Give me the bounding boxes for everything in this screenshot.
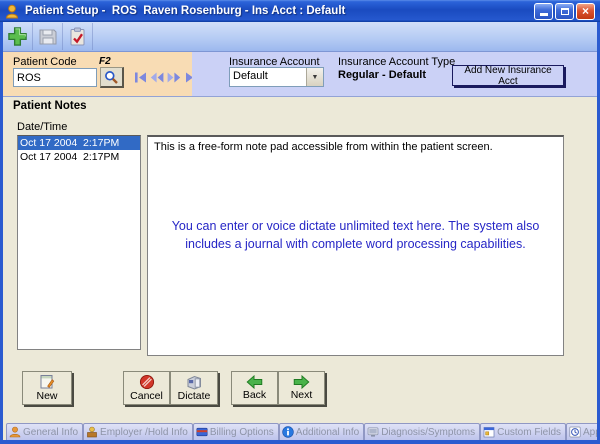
- f2-shortcut-label: F2: [99, 56, 111, 67]
- tab-appointments[interactable]: Appointments: [566, 423, 600, 440]
- maximize-icon: [561, 8, 569, 15]
- insurance-account-value: Default: [230, 68, 306, 86]
- app-person-icon: [5, 4, 20, 19]
- insurance-type-value: Regular - Default: [338, 69, 426, 81]
- insurance-account-select[interactable]: Default ▼: [229, 67, 324, 87]
- window-border-left: [0, 22, 3, 444]
- tab-custom-fields[interactable]: Custom Fields: [480, 423, 566, 440]
- custom-fields-icon: [483, 426, 495, 438]
- header-strip: Patient Code F2: [3, 52, 597, 97]
- add-new-insurance-button[interactable]: Add New Insurance Acct: [452, 65, 564, 86]
- next-button[interactable]: Next: [278, 371, 325, 405]
- section-title: Patient Notes: [13, 100, 87, 112]
- billing-card-icon: [196, 426, 208, 438]
- note-intro-text: This is a free-form note pad accessible …: [148, 137, 563, 157]
- minimize-button[interactable]: [534, 3, 553, 20]
- previous-record-icon[interactable]: [150, 71, 164, 83]
- appointments-clock-icon: [569, 426, 581, 438]
- chevron-down-icon[interactable]: ▼: [306, 68, 323, 86]
- next-record-icon[interactable]: [167, 71, 181, 83]
- tab-billing-options[interactable]: Billing Options: [193, 423, 279, 440]
- clipboard-check-icon: [68, 27, 87, 47]
- tab-diagnosis-symptoms[interactable]: Diagnosis/Symptoms: [364, 423, 480, 440]
- save-icon: [38, 27, 58, 47]
- patient-search-button[interactable]: [100, 67, 124, 88]
- list-item[interactable]: Oct 17 2004 2:17PM: [18, 150, 140, 164]
- info-icon: [282, 426, 294, 438]
- tab-additional-info[interactable]: Additional Info: [279, 423, 364, 440]
- patient-setup-window: Patient Setup - ROS Raven Rosenburg - In…: [0, 0, 600, 444]
- dictate-icon: [186, 375, 202, 390]
- toolbar: [0, 22, 600, 52]
- tab-general-info[interactable]: General Info: [6, 423, 83, 440]
- list-item[interactable]: Oct 17 2004 2:17PM: [18, 136, 140, 150]
- patient-code-input[interactable]: [13, 68, 97, 87]
- person-icon: [9, 426, 21, 438]
- back-arrow-icon: [246, 375, 263, 389]
- diagnosis-icon: [367, 426, 379, 438]
- patient-code-label: Patient Code: [13, 56, 77, 68]
- new-note-icon: [39, 374, 55, 390]
- close-button[interactable]: ×: [576, 3, 595, 20]
- window-border-bottom: [0, 440, 600, 444]
- new-note-button[interactable]: New: [22, 371, 72, 405]
- next-arrow-icon: [293, 375, 310, 389]
- plus-icon: [7, 26, 28, 47]
- search-icon: [104, 70, 119, 85]
- record-navigation: [133, 71, 198, 83]
- dictate-button[interactable]: Dictate: [170, 371, 218, 405]
- maximize-button[interactable]: [555, 3, 574, 20]
- title-bar: Patient Setup - ROS Raven Rosenburg - In…: [0, 0, 600, 22]
- cancel-button[interactable]: Cancel: [123, 371, 170, 405]
- employer-icon: [86, 426, 98, 438]
- first-record-icon[interactable]: [133, 71, 147, 83]
- insurance-type-label: Insurance Account Type: [338, 56, 455, 68]
- insurance-panel: Insurance Account Default ▼ Insurance Ac…: [192, 52, 597, 96]
- save-record-button[interactable]: [33, 23, 63, 50]
- note-text-area[interactable]: This is a free-form note pad accessible …: [147, 135, 564, 356]
- window-title: Patient Setup - ROS Raven Rosenburg - In…: [25, 5, 534, 17]
- note-datetime-list[interactable]: Oct 17 2004 2:17PM Oct 17 2004 2:17PM: [17, 135, 141, 350]
- cancel-icon: [139, 374, 155, 390]
- patient-code-panel: Patient Code F2: [3, 52, 192, 96]
- close-icon: ×: [582, 5, 589, 17]
- datetime-column-label: Date/Time: [17, 121, 67, 133]
- minimize-icon: [540, 13, 548, 16]
- note-highlight-text: You can enter or voice dictate unlimited…: [148, 217, 563, 253]
- add-record-button[interactable]: [3, 23, 33, 50]
- bottom-tab-bar: General Info Employer /Hold Info Billing…: [3, 419, 597, 440]
- verify-record-button[interactable]: [63, 23, 93, 50]
- tab-employer-hold-info[interactable]: Employer /Hold Info: [83, 423, 193, 440]
- back-button[interactable]: Back: [231, 371, 278, 405]
